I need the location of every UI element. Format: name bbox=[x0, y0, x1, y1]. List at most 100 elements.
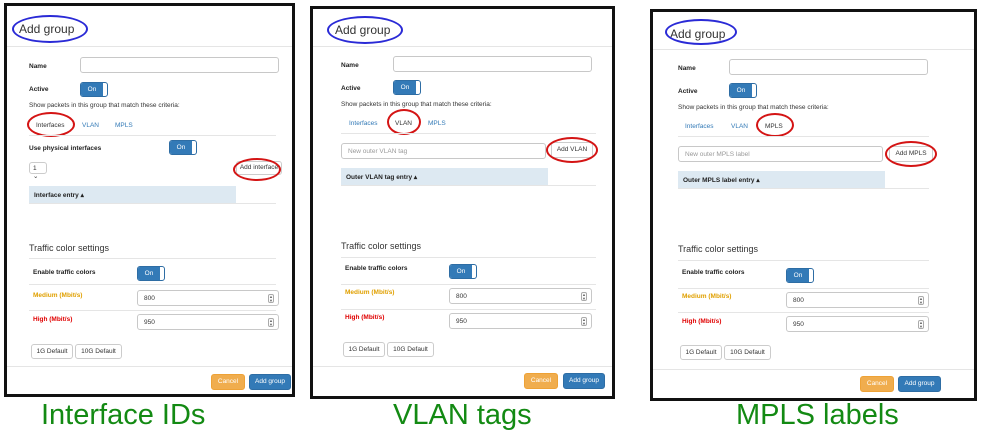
physical-interfaces-label: Use physical interfaces bbox=[29, 145, 102, 152]
spinner-icon[interactable]: ▲ ▼ bbox=[918, 320, 924, 329]
traffic-divider bbox=[341, 257, 596, 258]
add-interface-button[interactable]: Add interface bbox=[236, 161, 282, 175]
active-label: Active bbox=[29, 86, 49, 93]
tab-mpls[interactable]: MPLS bbox=[115, 122, 133, 129]
active-toggle[interactable]: On bbox=[729, 83, 757, 98]
footer-divider bbox=[7, 366, 292, 367]
row-divider bbox=[341, 284, 596, 285]
active-toggle[interactable]: On bbox=[393, 80, 421, 95]
dialog-title: Add group bbox=[335, 23, 391, 37]
header-divider bbox=[7, 46, 292, 47]
enable-colors-toggle[interactable]: On bbox=[786, 268, 814, 283]
spinner-icon[interactable]: ▲ ▼ bbox=[581, 317, 587, 326]
spinner-icon[interactable]: ▲ ▼ bbox=[268, 318, 274, 327]
add-mpls-button[interactable]: Add MPLS bbox=[889, 146, 933, 162]
tab-interfaces[interactable]: Interfaces bbox=[349, 120, 378, 127]
add-group-button[interactable]: Add group bbox=[898, 376, 941, 392]
add-group-button[interactable]: Add group bbox=[249, 374, 291, 390]
criteria-text: Show packets in this group that match th… bbox=[29, 102, 180, 109]
spinner-icon[interactable]: ▲ ▼ bbox=[268, 294, 274, 303]
default-10g-button[interactable]: 10G Default bbox=[724, 345, 771, 360]
vlan-tag-input[interactable]: New outer VLAN tag bbox=[341, 143, 546, 159]
high-label: High (Mbit/s) bbox=[33, 316, 73, 323]
default-10g-button[interactable]: 10G Default bbox=[75, 344, 122, 359]
spinner-icon[interactable]: ▲ ▼ bbox=[581, 292, 587, 301]
high-input[interactable]: 950 ▲ ▼ bbox=[449, 313, 592, 329]
active-label: Active bbox=[678, 88, 698, 95]
sort-asc-icon: ▴ bbox=[413, 174, 418, 181]
default-1g-button[interactable]: 1G Default bbox=[31, 344, 73, 359]
header-divider bbox=[313, 46, 612, 47]
tab-vlan[interactable]: VLAN bbox=[731, 123, 748, 130]
table-divider bbox=[678, 188, 929, 189]
add-vlan-button[interactable]: Add VLAN bbox=[551, 142, 593, 158]
high-input[interactable]: 950 ▲ ▼ bbox=[786, 316, 929, 332]
tab-mpls[interactable]: MPLS bbox=[428, 120, 446, 127]
cancel-button[interactable]: Cancel bbox=[211, 374, 245, 390]
tabs-divider bbox=[341, 133, 596, 134]
chevron-down-icon: ⌄ bbox=[33, 173, 39, 180]
tab-vlan[interactable]: VLAN bbox=[395, 120, 412, 127]
physical-interfaces-toggle[interactable]: On bbox=[169, 140, 197, 155]
criteria-text: Show packets in this group that match th… bbox=[341, 101, 492, 108]
enable-colors-label: Enable traffic colors bbox=[33, 269, 96, 276]
sort-asc-icon: ▴ bbox=[756, 177, 760, 184]
medium-input[interactable]: 800 ▲ ▼ bbox=[786, 292, 929, 308]
dialog-title: Add group bbox=[19, 22, 75, 36]
enable-colors-label: Enable traffic colors bbox=[345, 265, 408, 272]
traffic-color-title: Traffic color settings bbox=[29, 243, 110, 253]
enable-colors-toggle[interactable]: On bbox=[137, 266, 165, 281]
tab-mpls[interactable]: MPLS bbox=[765, 123, 783, 130]
high-input[interactable]: 950 ▲ ▼ bbox=[137, 314, 279, 330]
active-label: Active bbox=[341, 85, 361, 92]
mpls-label-input[interactable]: New outer MPLS label bbox=[678, 146, 883, 162]
name-label: Name bbox=[29, 63, 47, 70]
tab-vlan[interactable]: VLAN bbox=[82, 122, 99, 129]
active-toggle[interactable]: On bbox=[80, 82, 108, 97]
row-divider bbox=[29, 310, 276, 311]
enable-colors-toggle[interactable]: On bbox=[449, 264, 477, 279]
caption-interface-ids: Interface IDs bbox=[41, 399, 206, 431]
sort-asc-icon: ▴ bbox=[80, 192, 84, 199]
name-input[interactable] bbox=[80, 57, 279, 73]
footer-divider bbox=[653, 369, 974, 370]
interface-select[interactable]: 1 ⌄ bbox=[29, 162, 47, 180]
table-header: Outer MPLS label entry ▴ bbox=[678, 171, 885, 188]
row-divider bbox=[29, 284, 276, 285]
medium-label: Medium (Mbit/s) bbox=[682, 293, 732, 300]
header-divider bbox=[653, 49, 974, 50]
dialog-title: Add group bbox=[670, 27, 726, 41]
enable-colors-label: Enable traffic colors bbox=[682, 269, 745, 276]
cancel-button[interactable]: Cancel bbox=[524, 373, 558, 389]
name-input[interactable] bbox=[729, 59, 928, 75]
medium-input[interactable]: 800 ▲ ▼ bbox=[137, 290, 279, 306]
default-1g-button[interactable]: 1G Default bbox=[680, 345, 722, 360]
cancel-button[interactable]: Cancel bbox=[860, 376, 894, 392]
name-label: Name bbox=[678, 65, 696, 72]
table-divider bbox=[341, 185, 596, 186]
name-label: Name bbox=[341, 62, 359, 69]
tab-interfaces[interactable]: Interfaces bbox=[685, 123, 714, 130]
add-group-button[interactable]: Add group bbox=[563, 373, 605, 389]
row-divider bbox=[678, 288, 929, 289]
row-divider bbox=[341, 309, 596, 310]
table-header: Outer VLAN tag entry ▴ bbox=[341, 168, 548, 185]
high-label: High (Mbit/s) bbox=[682, 318, 722, 325]
high-label: High (Mbit/s) bbox=[345, 314, 385, 321]
add-group-dialog-mpls: Add group Name Active On Show packets in… bbox=[650, 9, 977, 401]
caption-mpls-labels: MPLS labels bbox=[736, 399, 899, 431]
add-group-dialog-interfaces: Add group Name Active On Show packets in… bbox=[4, 3, 295, 397]
tab-interfaces[interactable]: Interfaces bbox=[36, 122, 65, 129]
medium-input[interactable]: 800 ▲ ▼ bbox=[449, 288, 592, 304]
name-input[interactable] bbox=[393, 56, 592, 72]
default-1g-button[interactable]: 1G Default bbox=[343, 342, 385, 357]
caption-vlan-tags: VLAN tags bbox=[393, 399, 532, 431]
default-10g-button[interactable]: 10G Default bbox=[387, 342, 434, 357]
traffic-color-title: Traffic color settings bbox=[341, 241, 422, 251]
medium-label: Medium (Mbit/s) bbox=[33, 292, 83, 299]
tabs-divider bbox=[678, 136, 929, 137]
traffic-divider bbox=[29, 258, 276, 259]
table-header: Interface entry ▴ bbox=[29, 186, 236, 203]
spinner-icon[interactable]: ▲ ▼ bbox=[918, 296, 924, 305]
tabs-divider bbox=[29, 135, 276, 136]
